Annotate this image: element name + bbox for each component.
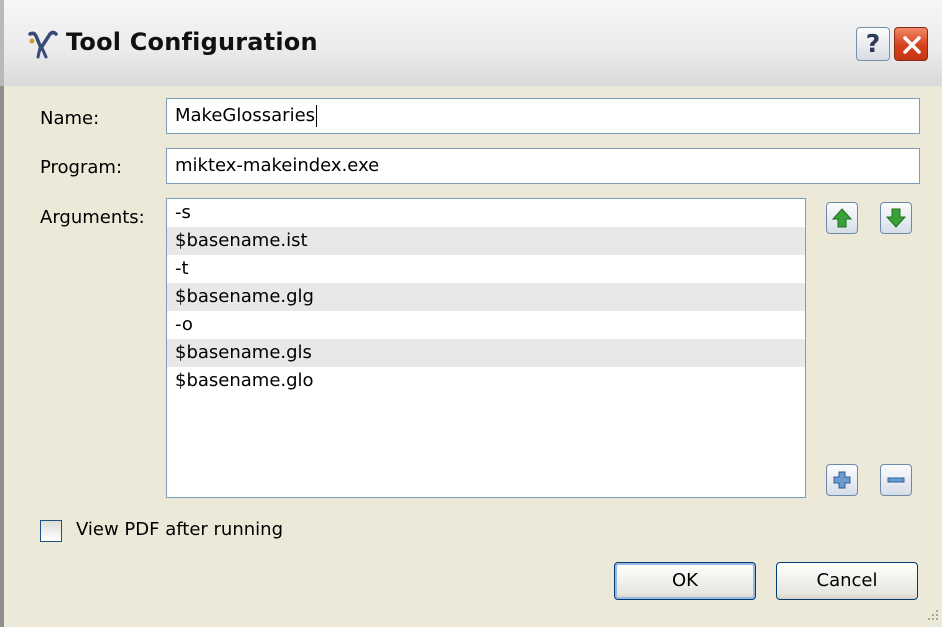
ok-button[interactable]: OK <box>614 562 756 600</box>
arrow-down-icon <box>886 208 906 228</box>
list-item[interactable]: $basename.ist <box>167 227 805 255</box>
window-title: Tool Configuration <box>66 28 318 56</box>
list-item[interactable]: -o <box>167 311 805 339</box>
arrow-up-icon <box>832 208 852 228</box>
title-bar[interactable]: Tool Configuration ? <box>0 0 942 86</box>
name-label: Name: <box>40 108 100 129</box>
texworks-app-icon <box>28 30 58 59</box>
close-icon <box>903 36 921 54</box>
remove-argument-button[interactable] <box>880 464 912 496</box>
program-label: Program: <box>40 157 123 178</box>
name-value: MakeGlossaries <box>175 105 316 126</box>
window-frame-left <box>0 0 4 86</box>
dialog-body: Name: MakeGlossaries Program: miktex-mak… <box>0 86 942 627</box>
help-button[interactable]: ? <box>856 27 890 61</box>
arguments-list[interactable]: -s $basename.ist -t $basename.glg -o $ba… <box>166 198 806 498</box>
add-argument-button[interactable] <box>826 464 858 496</box>
plus-icon <box>833 471 851 489</box>
move-up-button[interactable] <box>826 202 858 234</box>
arguments-label: Arguments: <box>40 207 145 228</box>
text-caret <box>316 105 318 127</box>
name-field[interactable]: MakeGlossaries <box>166 98 920 134</box>
minus-icon <box>887 477 905 483</box>
tool-configuration-dialog: Tool Configuration ? Name: MakeGlossarie… <box>0 0 942 627</box>
list-item[interactable]: $basename.glo <box>167 367 805 395</box>
list-item[interactable]: $basename.gls <box>167 339 805 367</box>
view-pdf-label[interactable]: View PDF after running <box>76 519 283 540</box>
move-down-button[interactable] <box>880 202 912 234</box>
view-pdf-checkbox[interactable] <box>40 520 62 542</box>
list-item[interactable]: -s <box>167 199 805 227</box>
program-value: miktex-makeindex.exe <box>175 155 380 176</box>
window-frame-left-body <box>0 86 4 627</box>
help-icon: ? <box>865 29 881 58</box>
list-item[interactable]: -t <box>167 255 805 283</box>
cancel-button[interactable]: Cancel <box>776 562 918 600</box>
close-button[interactable] <box>894 27 928 61</box>
program-field[interactable]: miktex-makeindex.exe <box>166 148 920 184</box>
list-item[interactable]: $basename.glg <box>167 283 805 311</box>
resize-grip-icon[interactable] <box>924 606 940 624</box>
